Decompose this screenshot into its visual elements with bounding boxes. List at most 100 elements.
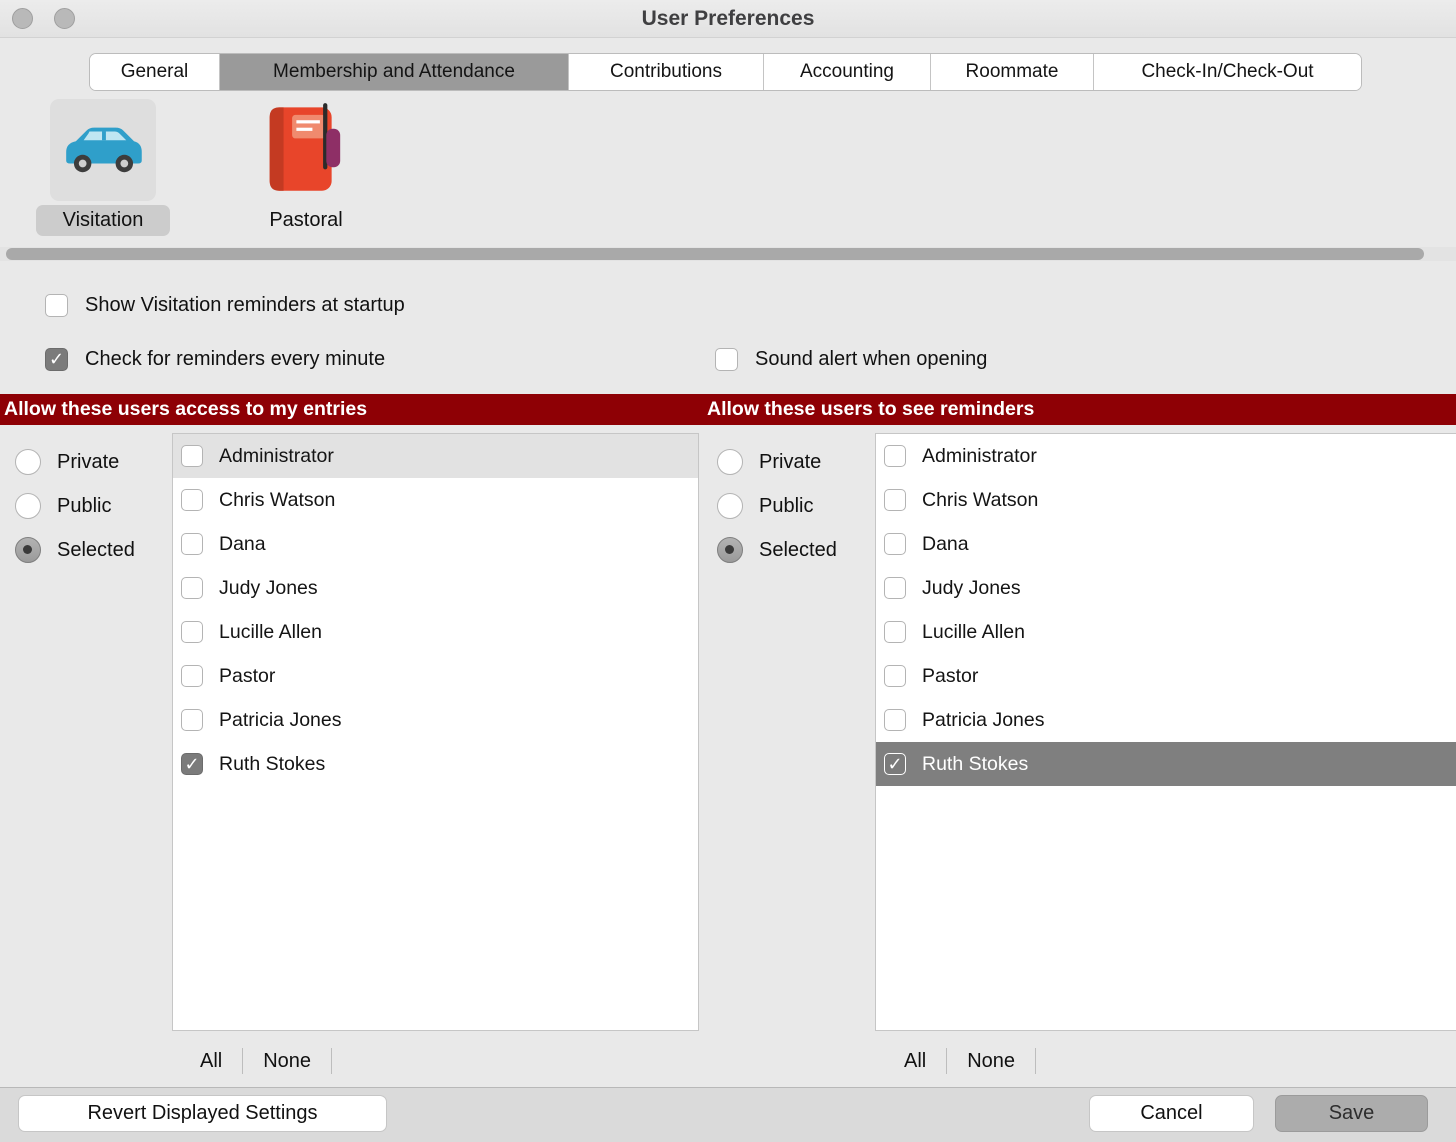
- user-checkbox[interactable]: [884, 533, 906, 555]
- title-bar: User Preferences: [0, 0, 1456, 38]
- check-every-minute-checkbox[interactable]: [45, 348, 68, 371]
- user-checkbox[interactable]: [181, 753, 203, 775]
- user-name: Ruth Stokes: [219, 753, 325, 776]
- reminders-list-actions: All None: [884, 1045, 1036, 1077]
- user-row[interactable]: Pastor: [173, 654, 698, 698]
- access-none-button[interactable]: None: [243, 1045, 331, 1077]
- access-section-header: Allow these users access to my entries: [0, 394, 703, 425]
- tab-contributions[interactable]: Contributions: [569, 54, 764, 90]
- user-name: Judy Jones: [922, 577, 1021, 600]
- tab-general[interactable]: General: [90, 54, 220, 90]
- option-check-every-minute[interactable]: Check for reminders every minute: [45, 346, 385, 372]
- car-icon: [56, 117, 150, 184]
- reminders-all-button[interactable]: All: [884, 1045, 946, 1077]
- user-row[interactable]: Patricia Jones: [876, 698, 1456, 742]
- user-name: Lucille Allen: [922, 621, 1025, 644]
- user-checkbox[interactable]: [884, 577, 906, 599]
- user-row[interactable]: Dana: [876, 522, 1456, 566]
- user-row[interactable]: Patricia Jones: [173, 698, 698, 742]
- access-private-label: Private: [57, 451, 119, 474]
- user-checkbox[interactable]: [884, 445, 906, 467]
- journal-icon: [262, 101, 350, 200]
- user-name: Pastor: [922, 665, 978, 688]
- user-checkbox[interactable]: [884, 753, 906, 775]
- user-name: Patricia Jones: [922, 709, 1044, 732]
- user-name: Judy Jones: [219, 577, 318, 600]
- user-name: Administrator: [219, 445, 334, 468]
- section-headers: Allow these users access to my entries A…: [0, 394, 1456, 425]
- cancel-button[interactable]: Cancel: [1089, 1095, 1254, 1132]
- option-show-startup-reminders[interactable]: Show Visitation reminders at startup: [45, 292, 405, 318]
- user-row[interactable]: Administrator: [173, 434, 698, 478]
- reminders-none-button[interactable]: None: [947, 1045, 1035, 1077]
- access-selected-option[interactable]: Selected: [15, 537, 135, 563]
- user-checkbox[interactable]: [181, 445, 203, 467]
- access-selected-radio[interactable]: [15, 537, 41, 563]
- user-name: Chris Watson: [219, 489, 335, 512]
- reminders-selected-option[interactable]: Selected: [717, 537, 837, 563]
- divider: [1035, 1048, 1036, 1074]
- option-sound-alert[interactable]: Sound alert when opening: [715, 346, 987, 372]
- reminders-public-option[interactable]: Public: [717, 493, 813, 519]
- subsection-visitation-label[interactable]: Visitation: [36, 205, 170, 236]
- access-selected-label: Selected: [57, 539, 135, 562]
- sound-alert-checkbox[interactable]: [715, 348, 738, 371]
- user-checkbox[interactable]: [884, 621, 906, 643]
- user-name: Chris Watson: [922, 489, 1038, 512]
- subsection-visitation[interactable]: [50, 99, 156, 201]
- user-row[interactable]: Ruth Stokes: [876, 742, 1456, 786]
- user-checkbox[interactable]: [884, 489, 906, 511]
- reminders-private-radio[interactable]: [717, 449, 743, 475]
- user-name: Pastor: [219, 665, 275, 688]
- access-public-option[interactable]: Public: [15, 493, 111, 519]
- reminders-selected-radio[interactable]: [717, 537, 743, 563]
- user-row[interactable]: Lucille Allen: [876, 610, 1456, 654]
- show-startup-label: Show Visitation reminders at startup: [85, 294, 405, 317]
- reminders-selected-label: Selected: [759, 539, 837, 562]
- user-preferences-window: User Preferences General Membership and …: [0, 0, 1456, 1142]
- user-checkbox[interactable]: [181, 489, 203, 511]
- user-checkbox[interactable]: [884, 665, 906, 687]
- access-public-radio[interactable]: [15, 493, 41, 519]
- user-name: Administrator: [922, 445, 1037, 468]
- sound-alert-label: Sound alert when opening: [755, 348, 987, 371]
- user-row[interactable]: Administrator: [876, 434, 1456, 478]
- user-row[interactable]: Pastor: [876, 654, 1456, 698]
- tab-check-in-check-out[interactable]: Check-In/Check-Out: [1094, 54, 1361, 90]
- reminders-user-list: Administrator Chris Watson Dana Judy Jon…: [875, 433, 1456, 1031]
- check-every-minute-label: Check for reminders every minute: [85, 348, 385, 371]
- reminders-public-radio[interactable]: [717, 493, 743, 519]
- access-all-button[interactable]: All: [180, 1045, 242, 1077]
- reminders-private-option[interactable]: Private: [717, 449, 821, 475]
- user-row[interactable]: Dana: [173, 522, 698, 566]
- user-name: Ruth Stokes: [922, 753, 1028, 776]
- user-row[interactable]: Lucille Allen: [173, 610, 698, 654]
- preferences-tab-bar: General Membership and Attendance Contri…: [89, 53, 1362, 91]
- user-checkbox[interactable]: [181, 665, 203, 687]
- reminders-private-label: Private: [759, 451, 821, 474]
- user-row[interactable]: Chris Watson: [876, 478, 1456, 522]
- user-row[interactable]: Ruth Stokes: [173, 742, 698, 786]
- user-checkbox[interactable]: [884, 709, 906, 731]
- user-checkbox[interactable]: [181, 621, 203, 643]
- access-public-label: Public: [57, 495, 111, 518]
- tab-roommate[interactable]: Roommate: [931, 54, 1094, 90]
- revert-settings-button[interactable]: Revert Displayed Settings: [18, 1095, 387, 1132]
- tab-accounting[interactable]: Accounting: [764, 54, 931, 90]
- user-row[interactable]: Chris Watson: [173, 478, 698, 522]
- access-user-list: Administrator Chris Watson Dana Judy Jon…: [172, 433, 699, 1031]
- user-row[interactable]: Judy Jones: [173, 566, 698, 610]
- access-private-option[interactable]: Private: [15, 449, 119, 475]
- user-checkbox[interactable]: [181, 709, 203, 731]
- subsection-pastoral[interactable]: [258, 101, 354, 199]
- user-checkbox[interactable]: [181, 533, 203, 555]
- show-startup-checkbox[interactable]: [45, 294, 68, 317]
- access-private-radio[interactable]: [15, 449, 41, 475]
- subsection-pastoral-label[interactable]: Pastoral: [248, 205, 364, 236]
- user-row[interactable]: Judy Jones: [876, 566, 1456, 610]
- user-checkbox[interactable]: [181, 577, 203, 599]
- horizontal-scrollbar[interactable]: [0, 247, 1456, 261]
- tab-membership-and-attendance[interactable]: Membership and Attendance: [220, 54, 569, 90]
- scrollbar-thumb[interactable]: [6, 248, 1424, 260]
- save-button[interactable]: Save: [1275, 1095, 1428, 1132]
